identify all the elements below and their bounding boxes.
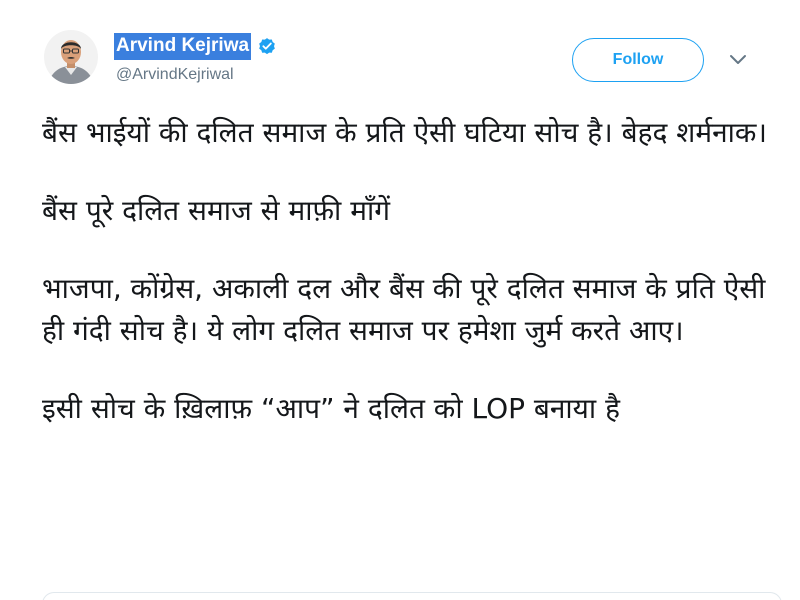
embedded-card-edge [42,592,782,600]
author-name-row: Arvind Kejriwa [114,32,277,60]
tweet-text: बैंस भाईयों की दलित समाज के प्रति ऐसी घट… [42,112,782,430]
tweet-paragraph: बैंस भाईयों की दलित समाज के प्रति ऐसी घट… [42,116,767,149]
chevron-down-icon[interactable] [728,52,748,68]
verified-badge-icon [259,38,275,55]
author-display-name[interactable]: Arvind Kejriwa [114,32,252,60]
author-handle[interactable]: @ArvindKejriwal [116,66,234,84]
tweet-paragraph: इसी सोच के ख़िलाफ़ “आप” ने दलित को LOP ब… [42,392,620,425]
avatar[interactable] [44,30,98,84]
follow-button[interactable]: Follow [572,38,704,82]
tweet-card: Arvind Kejriwa @ArvindKejriwal Follow बै… [0,0,800,600]
profile-photo-icon [44,30,98,84]
tweet-paragraph: बैंस पूरे दलित समाज से माफ़ी माँगें [42,194,390,227]
tweet-paragraph: भाजपा, कोंग्रेस, अकाली दल और बैंस की पूर… [42,272,766,347]
